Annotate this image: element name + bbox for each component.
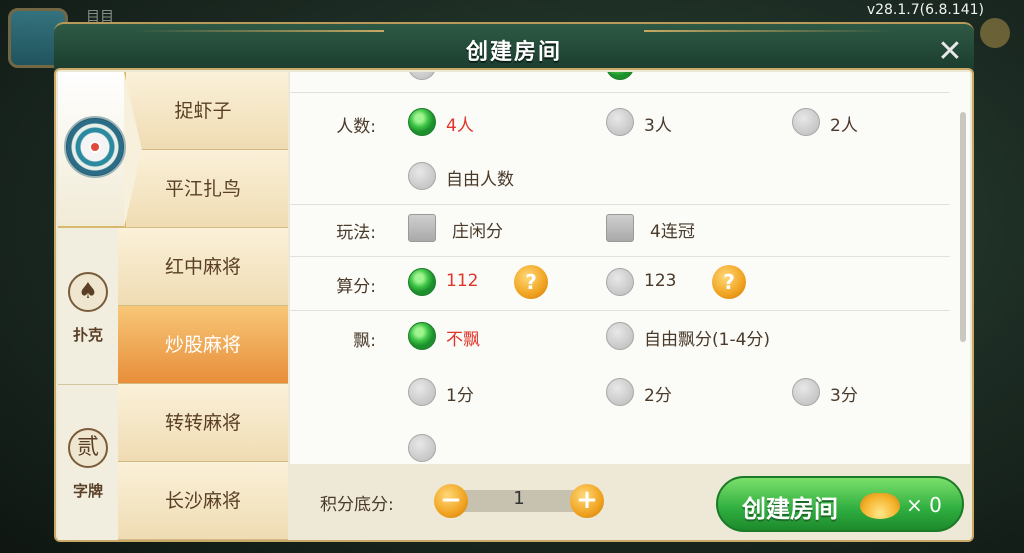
divider: [290, 256, 950, 257]
game-item[interactable]: 捉虾子: [118, 72, 288, 150]
radio: [792, 108, 820, 136]
category-poker-label: 扑克: [72, 326, 103, 344]
piao-label: 飘:: [353, 331, 376, 351]
radio-selected: [408, 322, 436, 350]
option-text: 不飘: [446, 330, 480, 350]
option-text: 1分: [446, 386, 474, 406]
create-room-button[interactable]: 创建房间 × 0: [716, 476, 964, 532]
plus-button[interactable]: +: [570, 484, 604, 518]
scoring-option-112[interactable]: 112: [408, 266, 508, 298]
help-icon[interactable]: ?: [712, 265, 746, 299]
base-score-label: 积分底分:: [320, 495, 394, 515]
game-item[interactable]: 红中麻将: [118, 228, 288, 306]
game-list: 捉虾子 平江扎鸟 红中麻将 炒股麻将 转转麻将 长沙麻将: [118, 72, 288, 540]
rules-option-banker[interactable]: 庄闲分: [408, 212, 558, 244]
option-text: 自由人数: [446, 170, 514, 190]
radio: [408, 378, 436, 406]
active-arrow: [124, 72, 142, 228]
scoring-label: 算分:: [336, 277, 376, 297]
option-text: 3人: [644, 116, 672, 136]
dialog-title: 创建房间: [465, 40, 562, 65]
create-room-label: 创建房间: [742, 495, 838, 523]
scrollbar-thumb[interactable]: [960, 112, 966, 342]
gear-icon: [980, 18, 1010, 48]
gold-ingot-icon: [860, 493, 900, 519]
piao-option-2[interactable]: 2分: [606, 376, 706, 408]
option-text: 2人: [830, 116, 858, 136]
mahjong-emblem-icon: [64, 116, 126, 178]
option-text: 2分: [644, 386, 672, 406]
game-item[interactable]: 长沙麻将: [118, 462, 288, 540]
options-panel[interactable]: 人数: 4人 3人 2人 自由人数 玩法: 庄闲分 4连冠 算分: 112 ? …: [290, 72, 970, 464]
radio-option[interactable]: [408, 72, 436, 80]
piao-option-free[interactable]: 自由飘分(1-4分): [606, 320, 826, 352]
divider: [290, 204, 950, 205]
minus-button[interactable]: −: [434, 484, 468, 518]
category-mahjong[interactable]: [58, 72, 142, 228]
radio: [792, 378, 820, 406]
version-label: v28.1.7(6.8.141): [866, 2, 984, 18]
piao-option-1[interactable]: 1分: [408, 376, 508, 408]
bottom-bar: 积分底分: 1 − + 创建房间 × 0: [290, 466, 970, 540]
create-room-dialog: 创建房间 ✕ ♠ 扑克 贰 字牌 捉虾子 平江扎鸟 红中麻将 炒股麻将 转转麻将…: [54, 22, 974, 542]
rules-option-4-streak[interactable]: 4连冠: [606, 212, 756, 244]
piao-option-none[interactable]: 不飘: [408, 320, 528, 352]
option-text: 4连冠: [650, 222, 695, 242]
players-option-2[interactable]: 2人: [792, 106, 912, 138]
dialog-titlebar: 创建房间 ✕: [54, 22, 974, 74]
checkbox: [408, 214, 436, 242]
option-text: 123: [644, 271, 677, 291]
radio: [606, 108, 634, 136]
close-icon[interactable]: ✕: [930, 34, 970, 70]
option-text: 3分: [830, 386, 858, 406]
radio: [606, 268, 634, 296]
radio-selected: [408, 108, 436, 136]
radio: [408, 162, 436, 190]
option-text: 4人: [446, 116, 474, 136]
radio: [606, 378, 634, 406]
checkbox: [606, 214, 634, 242]
option-text: 庄闲分: [452, 222, 503, 242]
zi-tile-icon: 贰: [68, 428, 108, 468]
radio-selected: [408, 268, 436, 296]
option-text: 112: [446, 271, 479, 291]
players-option-4[interactable]: 4人: [408, 106, 528, 138]
category-column: ♠ 扑克 贰 字牌: [58, 72, 142, 540]
scoring-option-123[interactable]: 123: [606, 266, 706, 298]
option-text: 自由飘分(1-4分): [644, 330, 771, 350]
game-item[interactable]: 平江扎鸟: [118, 150, 288, 228]
radio-option[interactable]: [408, 434, 436, 462]
players-label: 人数:: [336, 117, 376, 137]
spade-icon: ♠: [68, 272, 108, 312]
radio-option[interactable]: [606, 72, 634, 80]
radio: [606, 322, 634, 350]
divider: [290, 92, 950, 93]
base-score-value: 1: [513, 488, 525, 509]
players-option-free[interactable]: 自由人数: [408, 160, 568, 192]
category-zipai-label: 字牌: [72, 482, 103, 500]
piao-option-3[interactable]: 3分: [792, 376, 892, 408]
players-option-3[interactable]: 3人: [606, 106, 726, 138]
room-cost: × 0: [906, 493, 942, 517]
category-zipai[interactable]: 贰 字牌: [58, 384, 118, 540]
rules-label: 玩法:: [336, 223, 376, 243]
dialog-body: ♠ 扑克 贰 字牌 捉虾子 平江扎鸟 红中麻将 炒股麻将 转转麻将 长沙麻将 人…: [54, 68, 974, 542]
game-item-active[interactable]: 炒股麻将: [118, 306, 288, 384]
game-item[interactable]: 转转麻将: [118, 384, 288, 462]
divider: [290, 310, 950, 311]
base-score-stepper[interactable]: 1 − +: [434, 484, 604, 518]
help-icon[interactable]: ?: [514, 265, 548, 299]
category-poker[interactable]: ♠ 扑克: [58, 228, 118, 384]
scrollbar[interactable]: [960, 112, 966, 342]
